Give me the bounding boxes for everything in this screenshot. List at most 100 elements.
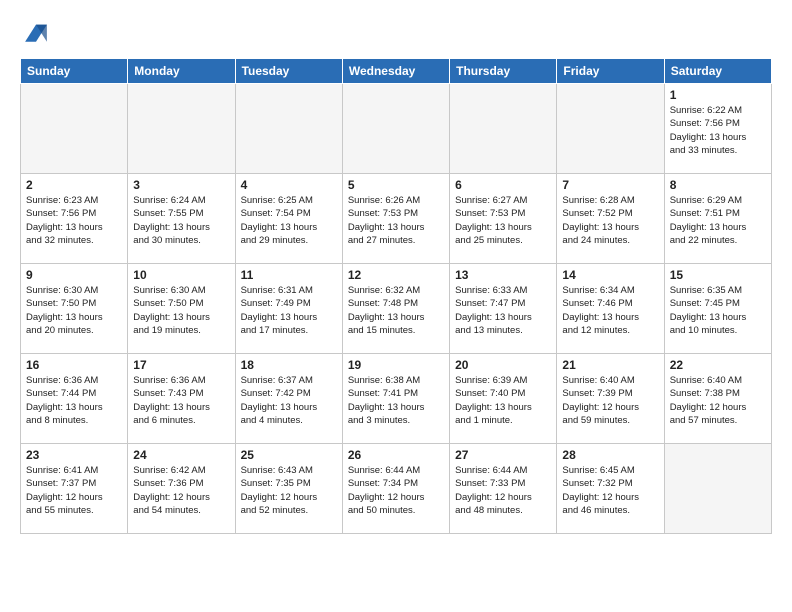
day-number: 7 <box>562 178 658 192</box>
day-number: 24 <box>133 448 229 462</box>
day-number: 26 <box>348 448 444 462</box>
calendar-cell: 2 Sunrise: 6:23 AM Sunset: 7:56 PM Daylig… <box>21 174 128 264</box>
calendar-cell: 16 Sunrise: 6:36 AM Sunset: 7:44 PM Dayli… <box>21 354 128 444</box>
day-info: Sunrise: 6:40 AM Sunset: 7:38 PM Dayligh… <box>670 374 766 427</box>
day-info: Sunrise: 6:28 AM Sunset: 7:52 PM Dayligh… <box>562 194 658 247</box>
calendar-cell: 27 Sunrise: 6:44 AM Sunset: 7:33 PM Dayli… <box>450 444 557 534</box>
day-number: 17 <box>133 358 229 372</box>
page: SundayMondayTuesdayWednesdayThursdayFrid… <box>0 0 792 550</box>
day-number: 5 <box>348 178 444 192</box>
calendar-cell <box>664 444 771 534</box>
logo-icon <box>22 20 50 48</box>
day-info: Sunrise: 6:44 AM Sunset: 7:34 PM Dayligh… <box>348 464 444 517</box>
day-info: Sunrise: 6:33 AM Sunset: 7:47 PM Dayligh… <box>455 284 551 337</box>
day-number: 27 <box>455 448 551 462</box>
day-number: 22 <box>670 358 766 372</box>
day-number: 18 <box>241 358 337 372</box>
calendar-table: SundayMondayTuesdayWednesdayThursdayFrid… <box>20 58 772 534</box>
day-number: 14 <box>562 268 658 282</box>
calendar-cell <box>557 84 664 174</box>
day-number: 23 <box>26 448 122 462</box>
day-info: Sunrise: 6:36 AM Sunset: 7:44 PM Dayligh… <box>26 374 122 427</box>
calendar-cell: 9 Sunrise: 6:30 AM Sunset: 7:50 PM Daylig… <box>21 264 128 354</box>
day-number: 6 <box>455 178 551 192</box>
day-info: Sunrise: 6:27 AM Sunset: 7:53 PM Dayligh… <box>455 194 551 247</box>
calendar-cell: 15 Sunrise: 6:35 AM Sunset: 7:45 PM Dayli… <box>664 264 771 354</box>
day-info: Sunrise: 6:30 AM Sunset: 7:50 PM Dayligh… <box>26 284 122 337</box>
day-info: Sunrise: 6:37 AM Sunset: 7:42 PM Dayligh… <box>241 374 337 427</box>
day-info: Sunrise: 6:45 AM Sunset: 7:32 PM Dayligh… <box>562 464 658 517</box>
day-number: 19 <box>348 358 444 372</box>
day-number: 1 <box>670 88 766 102</box>
calendar-cell <box>342 84 449 174</box>
day-number: 15 <box>670 268 766 282</box>
day-info: Sunrise: 6:34 AM Sunset: 7:46 PM Dayligh… <box>562 284 658 337</box>
calendar-cell: 14 Sunrise: 6:34 AM Sunset: 7:46 PM Dayli… <box>557 264 664 354</box>
calendar-cell <box>128 84 235 174</box>
day-info: Sunrise: 6:25 AM Sunset: 7:54 PM Dayligh… <box>241 194 337 247</box>
day-number: 3 <box>133 178 229 192</box>
calendar-cell: 12 Sunrise: 6:32 AM Sunset: 7:48 PM Dayli… <box>342 264 449 354</box>
day-info: Sunrise: 6:32 AM Sunset: 7:48 PM Dayligh… <box>348 284 444 337</box>
week-row-5: 23 Sunrise: 6:41 AM Sunset: 7:37 PM Dayli… <box>21 444 772 534</box>
day-info: Sunrise: 6:23 AM Sunset: 7:56 PM Dayligh… <box>26 194 122 247</box>
day-info: Sunrise: 6:38 AM Sunset: 7:41 PM Dayligh… <box>348 374 444 427</box>
weekday-header-tuesday: Tuesday <box>235 59 342 84</box>
day-number: 12 <box>348 268 444 282</box>
calendar-cell: 17 Sunrise: 6:36 AM Sunset: 7:43 PM Dayli… <box>128 354 235 444</box>
weekday-header-row: SundayMondayTuesdayWednesdayThursdayFrid… <box>21 59 772 84</box>
calendar-cell: 6 Sunrise: 6:27 AM Sunset: 7:53 PM Daylig… <box>450 174 557 264</box>
day-number: 9 <box>26 268 122 282</box>
day-number: 25 <box>241 448 337 462</box>
header <box>20 16 772 48</box>
calendar-cell <box>235 84 342 174</box>
day-number: 16 <box>26 358 122 372</box>
calendar-cell: 22 Sunrise: 6:40 AM Sunset: 7:38 PM Dayli… <box>664 354 771 444</box>
week-row-1: 1 Sunrise: 6:22 AM Sunset: 7:56 PM Daylig… <box>21 84 772 174</box>
calendar-cell: 8 Sunrise: 6:29 AM Sunset: 7:51 PM Daylig… <box>664 174 771 264</box>
day-number: 8 <box>670 178 766 192</box>
logo <box>20 20 50 48</box>
day-info: Sunrise: 6:43 AM Sunset: 7:35 PM Dayligh… <box>241 464 337 517</box>
calendar-cell: 18 Sunrise: 6:37 AM Sunset: 7:42 PM Dayli… <box>235 354 342 444</box>
day-info: Sunrise: 6:42 AM Sunset: 7:36 PM Dayligh… <box>133 464 229 517</box>
calendar-cell: 19 Sunrise: 6:38 AM Sunset: 7:41 PM Dayli… <box>342 354 449 444</box>
calendar-cell <box>450 84 557 174</box>
calendar-cell: 26 Sunrise: 6:44 AM Sunset: 7:34 PM Dayli… <box>342 444 449 534</box>
day-info: Sunrise: 6:26 AM Sunset: 7:53 PM Dayligh… <box>348 194 444 247</box>
weekday-header-monday: Monday <box>128 59 235 84</box>
calendar-cell: 24 Sunrise: 6:42 AM Sunset: 7:36 PM Dayli… <box>128 444 235 534</box>
day-info: Sunrise: 6:41 AM Sunset: 7:37 PM Dayligh… <box>26 464 122 517</box>
calendar-cell: 11 Sunrise: 6:31 AM Sunset: 7:49 PM Dayli… <box>235 264 342 354</box>
day-number: 4 <box>241 178 337 192</box>
day-info: Sunrise: 6:31 AM Sunset: 7:49 PM Dayligh… <box>241 284 337 337</box>
weekday-header-friday: Friday <box>557 59 664 84</box>
day-info: Sunrise: 6:22 AM Sunset: 7:56 PM Dayligh… <box>670 104 766 157</box>
weekday-header-thursday: Thursday <box>450 59 557 84</box>
day-number: 2 <box>26 178 122 192</box>
day-info: Sunrise: 6:44 AM Sunset: 7:33 PM Dayligh… <box>455 464 551 517</box>
day-number: 21 <box>562 358 658 372</box>
day-info: Sunrise: 6:29 AM Sunset: 7:51 PM Dayligh… <box>670 194 766 247</box>
week-row-2: 2 Sunrise: 6:23 AM Sunset: 7:56 PM Daylig… <box>21 174 772 264</box>
calendar-cell: 5 Sunrise: 6:26 AM Sunset: 7:53 PM Daylig… <box>342 174 449 264</box>
day-number: 28 <box>562 448 658 462</box>
day-number: 20 <box>455 358 551 372</box>
day-number: 10 <box>133 268 229 282</box>
day-number: 11 <box>241 268 337 282</box>
day-info: Sunrise: 6:35 AM Sunset: 7:45 PM Dayligh… <box>670 284 766 337</box>
day-info: Sunrise: 6:36 AM Sunset: 7:43 PM Dayligh… <box>133 374 229 427</box>
calendar-cell: 13Sunrise: 6:33 AM Sunset: 7:47 PM Dayli… <box>450 264 557 354</box>
weekday-header-saturday: Saturday <box>664 59 771 84</box>
calendar-cell: 1 Sunrise: 6:22 AM Sunset: 7:56 PM Daylig… <box>664 84 771 174</box>
calendar-cell: 23 Sunrise: 6:41 AM Sunset: 7:37 PM Dayli… <box>21 444 128 534</box>
day-info: Sunrise: 6:24 AM Sunset: 7:55 PM Dayligh… <box>133 194 229 247</box>
day-info: Sunrise: 6:39 AM Sunset: 7:40 PM Dayligh… <box>455 374 551 427</box>
weekday-header-wednesday: Wednesday <box>342 59 449 84</box>
calendar-cell: 3 Sunrise: 6:24 AM Sunset: 7:55 PM Daylig… <box>128 174 235 264</box>
calendar-cell: 4 Sunrise: 6:25 AM Sunset: 7:54 PM Daylig… <box>235 174 342 264</box>
calendar-cell: 25 Sunrise: 6:43 AM Sunset: 7:35 PM Dayli… <box>235 444 342 534</box>
calendar-cell: 21Sunrise: 6:40 AM Sunset: 7:39 PM Dayli… <box>557 354 664 444</box>
calendar-cell: 28 Sunrise: 6:45 AM Sunset: 7:32 PM Dayli… <box>557 444 664 534</box>
day-info: Sunrise: 6:30 AM Sunset: 7:50 PM Dayligh… <box>133 284 229 337</box>
